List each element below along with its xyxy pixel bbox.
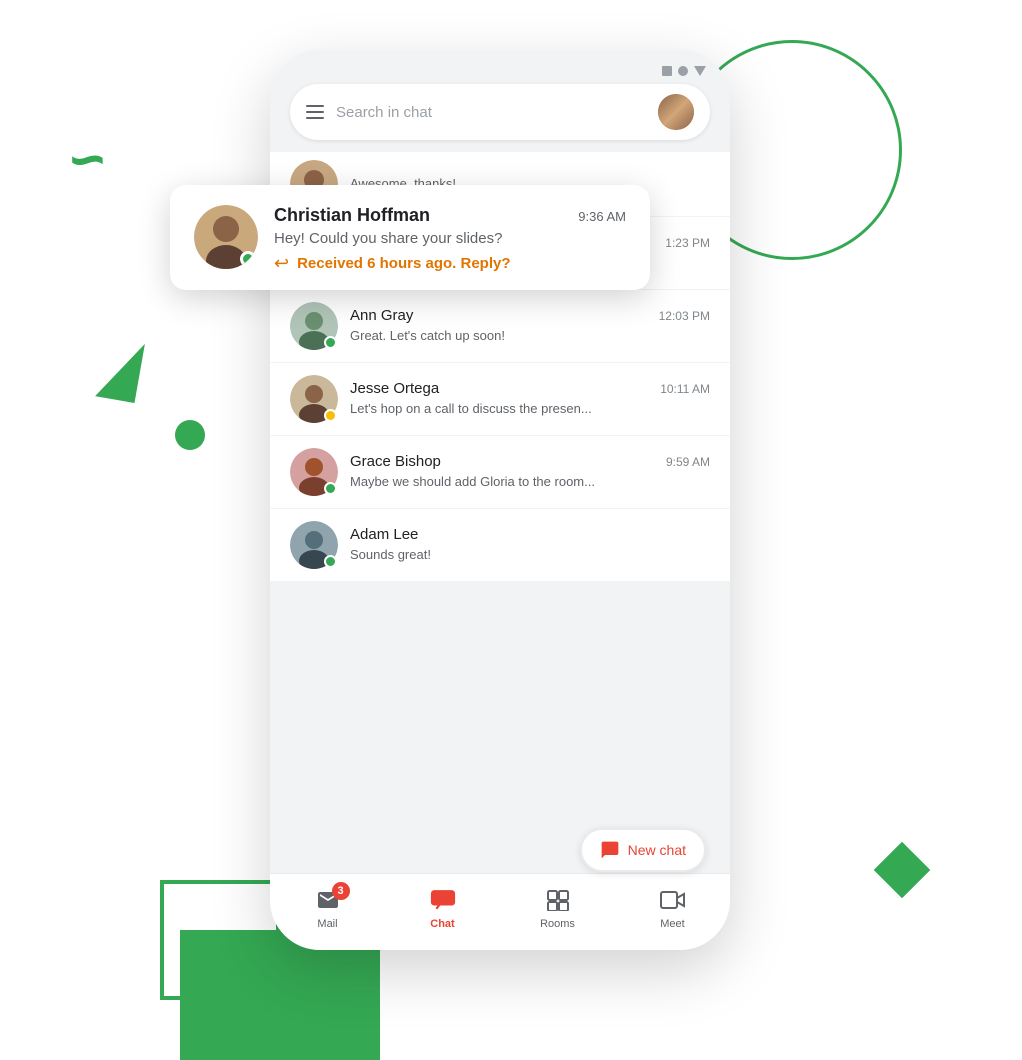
- contact-name: Jesse Ortega: [350, 380, 439, 397]
- battery-icon: [694, 66, 706, 76]
- mail-badge: 3: [332, 882, 350, 900]
- search-bar[interactable]: Search in chat: [290, 84, 710, 140]
- notif-sender-name: Christian Hoffman: [274, 205, 430, 226]
- nav-item-mail[interactable]: 3 Mail: [270, 882, 385, 934]
- list-item[interactable]: Jesse Ortega 10:11 AM Let's hop on a cal…: [270, 363, 730, 436]
- chat-header: Jesse Ortega 10:11 AM: [350, 380, 710, 397]
- list-item[interactable]: Ann Gray 12:03 PM Great. Let's catch up …: [270, 290, 730, 363]
- meet-nav-label: Meet: [660, 918, 684, 930]
- rooms-nav-icon: [538, 886, 578, 914]
- online-status-dot: [324, 482, 337, 495]
- chat-message: Sounds great!: [350, 547, 431, 562]
- menu-icon[interactable]: [306, 105, 324, 119]
- notif-action-text: Received 6 hours ago. Reply?: [297, 255, 510, 272]
- online-status-dot: [324, 555, 337, 568]
- avatar-wrap: [290, 302, 338, 350]
- message-time: 9:59 AM: [666, 455, 710, 469]
- search-placeholder: Search in chat: [336, 104, 646, 121]
- message-time: 1:23 PM: [665, 236, 710, 250]
- meet-nav-icon: [653, 886, 693, 914]
- away-status-dot: [324, 409, 337, 422]
- deco-triangle: [95, 337, 145, 403]
- chat-nav-label: Chat: [430, 918, 454, 930]
- chat-header: Adam Lee: [350, 526, 710, 543]
- rooms-nav-label: Rooms: [540, 918, 575, 930]
- notif-timestamp: 9:36 AM: [578, 209, 626, 224]
- contact-name: Grace Bishop: [350, 453, 441, 470]
- chat-content: Adam Lee Sounds great!: [350, 526, 710, 564]
- chat-bubble-icon: [600, 840, 620, 860]
- mail-nav-icon: 3: [308, 886, 348, 914]
- notif-avatar-circle: [194, 205, 258, 269]
- notif-action[interactable]: ↩ Received 6 hours ago. Reply?: [274, 253, 626, 274]
- nav-item-chat[interactable]: Chat: [385, 882, 500, 934]
- new-chat-label: New chat: [628, 842, 686, 858]
- contact-name: Adam Lee: [350, 526, 418, 543]
- chat-message: Maybe we should add Gloria to the room..…: [350, 474, 595, 489]
- list-item[interactable]: Grace Bishop 9:59 AM Maybe we should add…: [270, 436, 730, 509]
- bottom-navigation: 3 Mail Chat Roo: [270, 873, 730, 950]
- avatar-wrap: [290, 448, 338, 496]
- deco-circle-solid: [175, 420, 205, 450]
- notif-online-dot: [240, 251, 256, 267]
- chat-nav-icon: [423, 886, 463, 914]
- signal-icon: [662, 66, 672, 76]
- user-avatar[interactable]: [658, 94, 694, 130]
- deco-diamond: [874, 842, 931, 899]
- online-status-dot: [324, 336, 337, 349]
- notif-message: Hey! Could you share your slides?: [274, 230, 626, 247]
- notif-avatar: [194, 205, 258, 274]
- chat-content: Grace Bishop 9:59 AM Maybe we should add…: [350, 453, 710, 491]
- contact-name: Ann Gray: [350, 307, 413, 324]
- reply-icon: ↩: [274, 253, 289, 274]
- chat-content: Ann Gray 12:03 PM Great. Let's catch up …: [350, 307, 710, 345]
- notification-popup[interactable]: Christian Hoffman 9:36 AM Hey! Could you…: [170, 185, 650, 290]
- notif-top: Christian Hoffman 9:36 AM: [274, 205, 626, 226]
- chat-header: Ann Gray 12:03 PM: [350, 307, 710, 324]
- list-item[interactable]: Adam Lee Sounds great!: [270, 509, 730, 582]
- nav-item-rooms[interactable]: Rooms: [500, 882, 615, 934]
- deco-squiggle: ~: [70, 130, 105, 190]
- new-chat-button[interactable]: New chat: [580, 828, 706, 872]
- mail-nav-label: Mail: [317, 918, 337, 930]
- avatar-wrap: [290, 375, 338, 423]
- notif-content: Christian Hoffman 9:36 AM Hey! Could you…: [274, 205, 626, 274]
- wifi-icon: [678, 66, 688, 76]
- chat-message: Great. Let's catch up soon!: [350, 328, 505, 343]
- chat-header: Grace Bishop 9:59 AM: [350, 453, 710, 470]
- message-time: 12:03 PM: [659, 309, 710, 323]
- nav-item-meet[interactable]: Meet: [615, 882, 730, 934]
- chat-content: Jesse Ortega 10:11 AM Let's hop on a cal…: [350, 380, 710, 418]
- status-bar: [270, 50, 730, 84]
- chat-message: Let's hop on a call to discuss the prese…: [350, 401, 592, 416]
- message-time: 10:11 AM: [660, 382, 710, 396]
- avatar-wrap: [290, 521, 338, 569]
